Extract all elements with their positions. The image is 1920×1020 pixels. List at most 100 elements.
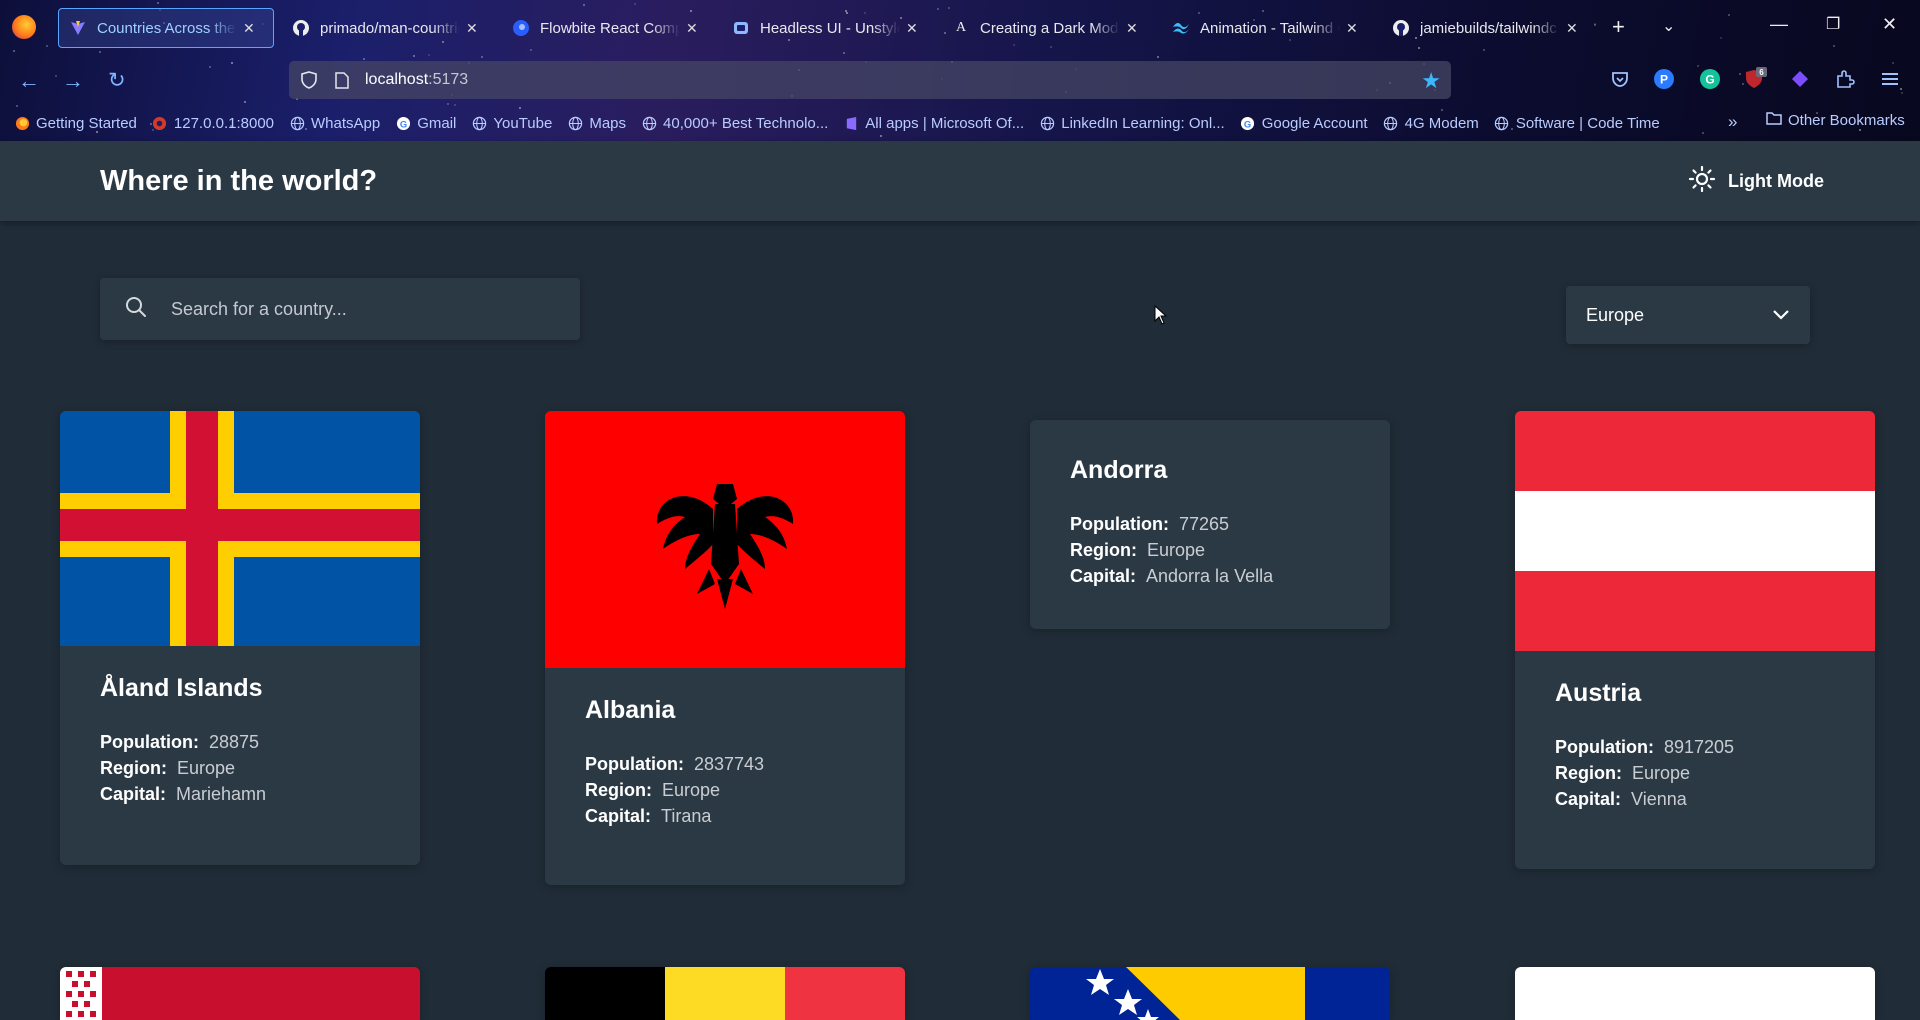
bookmark-label: WhatsApp	[311, 114, 381, 132]
theme-toggle-label: Light Mode	[1728, 171, 1824, 191]
population-label: Population:	[585, 754, 684, 774]
capital-row: Capital: Vienna	[1555, 786, 1835, 812]
shield-icon[interactable]	[299, 70, 319, 90]
tab-headless-ui[interactable]: Headless UI - Unstyled ✕	[722, 8, 928, 48]
country-card-austria[interactable]: Austria Population: 8917205 Region: Europe…	[1515, 411, 1875, 869]
region-value: Europe	[662, 780, 721, 800]
close-icon[interactable]: ✕	[1566, 20, 1578, 37]
tailwind-icon	[1172, 19, 1190, 37]
bookmark-item[interactable]: Software | Code Time	[1494, 115, 1660, 132]
minimize-icon[interactable]: —	[1770, 14, 1788, 35]
theme-toggle-button[interactable]: Light Mode	[1688, 165, 1824, 198]
card-info: Austria Population: 8917205 Region: Europe…	[1515, 651, 1875, 812]
region-select[interactable]: Europe	[1566, 286, 1810, 344]
country-card-belarus[interactable]	[60, 967, 420, 1020]
hamburger-menu-icon[interactable]	[1878, 67, 1902, 91]
region-row: Region: Europe	[1070, 537, 1350, 563]
population-row: Population: 77265	[1070, 511, 1350, 537]
bookmark-item[interactable]: YouTube	[471, 115, 552, 132]
region-label: Region:	[1555, 763, 1622, 783]
svg-text:G: G	[1705, 73, 1714, 87]
tab-countries[interactable]: Countries Across the G ✕	[58, 8, 274, 48]
app-header: Where in the world? Light Mode	[0, 141, 1920, 221]
url-text: localhost:5173	[365, 71, 468, 89]
firefox-icon[interactable]	[12, 15, 36, 39]
other-bookmarks-label: Other Bookmarks	[1788, 111, 1905, 129]
bookmark-item[interactable]: 4G Modem	[1383, 115, 1479, 132]
population-row: Population: 8917205	[1555, 734, 1835, 760]
capital-value: Vienna	[1631, 789, 1687, 809]
bookmark-label: 127.0.0.1:8000	[173, 114, 274, 132]
bookmark-item[interactable]: Maps	[567, 115, 626, 132]
pocket-icon[interactable]	[1608, 67, 1632, 91]
reload-icon[interactable]: ↻	[108, 68, 126, 93]
tab-dark-mode[interactable]: A Creating a Dark Mode ✕	[942, 8, 1148, 48]
ublock-icon[interactable]: 6	[1743, 67, 1767, 91]
p-extension-icon[interactable]: P	[1652, 67, 1676, 91]
extension-badge: 6	[1759, 68, 1764, 77]
tab-list-chevron-icon[interactable]: ⌄	[1662, 16, 1675, 36]
country-card-andorra[interactable]: Andorra Population: 77265 Region: Europe C…	[1030, 420, 1390, 629]
tab-label: Headless UI - Unstyled	[760, 19, 900, 37]
forward-arrow-icon[interactable]: →	[62, 68, 84, 94]
bookmark-item[interactable]: LinkedIn Learning: Onl...	[1039, 115, 1225, 132]
close-icon[interactable]: ✕	[906, 20, 918, 37]
region-row: Region: Europe	[1555, 760, 1835, 786]
extensions-puzzle-icon[interactable]	[1833, 67, 1857, 91]
bookmark-item[interactable]: WhatsApp	[289, 115, 380, 132]
globe-icon	[641, 115, 657, 131]
new-tab-button[interactable]: +	[1612, 14, 1625, 40]
bookmark-label: YouTube	[493, 114, 553, 132]
other-bookmarks[interactable]: Other Bookmarks	[1766, 111, 1905, 129]
back-arrow-icon[interactable]: ←	[18, 68, 40, 94]
region-label: Region:	[100, 758, 167, 778]
vite-icon	[69, 19, 87, 37]
population-label: Population:	[100, 732, 199, 752]
folder-icon	[1766, 111, 1782, 129]
bookmark-item[interactable]: G Gmail	[395, 115, 456, 132]
chevron-double-right-icon[interactable]: »	[1728, 112, 1737, 132]
close-icon[interactable]: ✕	[1126, 20, 1138, 37]
close-icon[interactable]: ✕	[466, 20, 478, 37]
browser-chrome: Countries Across the G ✕ primado/man-cou…	[0, 0, 1920, 141]
bookmark-item[interactable]: Getting Started	[14, 115, 137, 132]
close-icon[interactable]: ✕	[243, 20, 255, 37]
country-card-next[interactable]	[1515, 967, 1875, 1020]
search-input[interactable]	[171, 298, 531, 320]
country-card-bosnia[interactable]	[1030, 967, 1390, 1020]
globe-icon	[471, 115, 487, 131]
mouse-cursor-icon	[1154, 305, 1168, 325]
bookmark-item[interactable]: 40,000+ Best Technolo...	[641, 115, 828, 132]
globe-icon	[1383, 115, 1399, 131]
population-label: Population:	[1555, 737, 1654, 757]
close-icon[interactable]: ✕	[686, 20, 698, 37]
purple-extension-icon[interactable]	[1788, 67, 1812, 91]
tab-github-jamiebuilds[interactable]: jamiebuilds/tailwindc ✕	[1382, 8, 1588, 48]
region-row: Region: Europe	[100, 755, 380, 781]
globe-icon	[289, 115, 305, 131]
restore-icon[interactable]: ❐	[1826, 14, 1840, 34]
address-bar[interactable]: localhost:5173 ★	[289, 61, 1451, 99]
close-icon[interactable]: ✕	[1346, 20, 1358, 37]
tab-flowbite[interactable]: Flowbite React Compo ✕	[502, 8, 708, 48]
window-close-icon[interactable]: ✕	[1882, 14, 1897, 35]
bookmark-item[interactable]: All apps | Microsoft Of...	[843, 115, 1024, 132]
capital-row: Capital: Mariehamn	[100, 781, 380, 807]
bookmark-label: 40,000+ Best Technolo...	[663, 114, 829, 132]
country-card-aland[interactable]: Åland Islands Population: 28875 Region: Eu…	[60, 411, 420, 865]
country-card-albania[interactable]: Albania Population: 2837743 Region: Europe…	[545, 411, 905, 885]
flowbite-icon	[512, 19, 530, 37]
tab-tailwind-animation[interactable]: Animation - Tailwind C ✕	[1162, 8, 1368, 48]
bookmark-item[interactable]: 127.0.0.1:8000	[152, 115, 274, 132]
bookmark-item[interactable]: G Google Account	[1240, 115, 1368, 132]
grammarly-icon[interactable]: G	[1698, 67, 1722, 91]
capital-label: Capital:	[100, 784, 167, 804]
tab-github-primado[interactable]: primado/man-countrie ✕	[282, 8, 488, 48]
github-icon	[1392, 19, 1410, 37]
capital-label: Capital:	[585, 806, 652, 826]
page-info-icon[interactable]	[333, 71, 351, 89]
bookmark-label: Maps	[589, 114, 627, 132]
bookmark-star-icon[interactable]: ★	[1421, 68, 1441, 94]
country-card-belgium[interactable]	[545, 967, 905, 1020]
bosnia-flag	[1030, 967, 1390, 1020]
